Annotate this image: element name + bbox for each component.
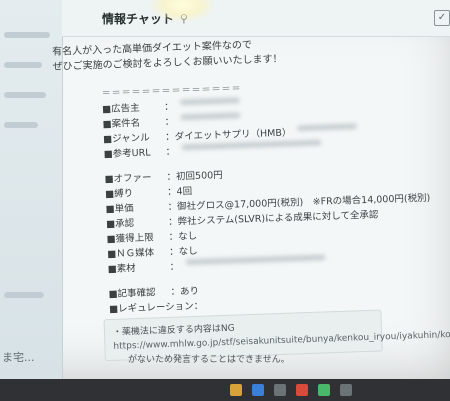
spec-label: ■素材	[107, 263, 136, 275]
spec-label: ■参考URL	[103, 147, 151, 161]
spec-value: ：	[193, 300, 204, 313]
sidebar-item[interactable]	[4, 92, 46, 98]
channel-header: 情報チャット ⚲ ✓	[62, 0, 450, 37]
taskbar-app-icon[interactable]	[274, 384, 286, 396]
taskbar-app-icon[interactable]	[318, 384, 330, 396]
spec-label: ■レギュレーション	[108, 301, 194, 315]
taskbar-app-icon[interactable]	[230, 384, 242, 396]
spec-value: ：なし	[168, 230, 198, 243]
taskbar	[0, 379, 450, 401]
blurred-text	[179, 97, 240, 106]
sidebar-item[interactable]	[4, 62, 42, 68]
spec-value: ：	[165, 146, 176, 158]
spec-value: ：4回	[166, 186, 193, 198]
monitor-screen: ま宅... 情報チャット ⚲ ✓ 有名人が入った高単価ダイエット案件なので ぜひ…	[0, 0, 450, 387]
spec-value: ：	[163, 101, 174, 113]
taskbar-app-icon[interactable]	[252, 384, 264, 396]
blurred-text	[297, 123, 358, 132]
spec-value: ：	[169, 261, 180, 273]
spec-value: ：なし	[169, 245, 198, 258]
chat-message: 有名人が入った高単価ダイエット案件なので ぜひご実施のご検討をよろしくお願いいた…	[52, 31, 450, 373]
sidebar-tail-text: ま宅...	[2, 351, 35, 364]
blurred-text	[179, 112, 241, 121]
composer-disabled-note: がないため発言することはできません。	[128, 355, 290, 365]
spec-value: ：あり	[170, 285, 200, 298]
spec-value: ：初回500円	[166, 169, 223, 183]
photo-of-monitor: ま宅... 情報チャット ⚲ ✓ 有名人が入った高単価ダイエット案件なので ぜひ…	[0, 0, 450, 401]
sidebar-item[interactable]	[4, 122, 38, 128]
sidebar-item[interactable]	[4, 292, 44, 298]
spec-value: ：	[164, 116, 175, 128]
checkbox-icon[interactable]: ✓	[434, 10, 450, 26]
taskbar-app-icon[interactable]	[296, 384, 308, 396]
sidebar-item[interactable]	[4, 32, 50, 38]
taskbar-app-icon[interactable]	[340, 384, 352, 396]
